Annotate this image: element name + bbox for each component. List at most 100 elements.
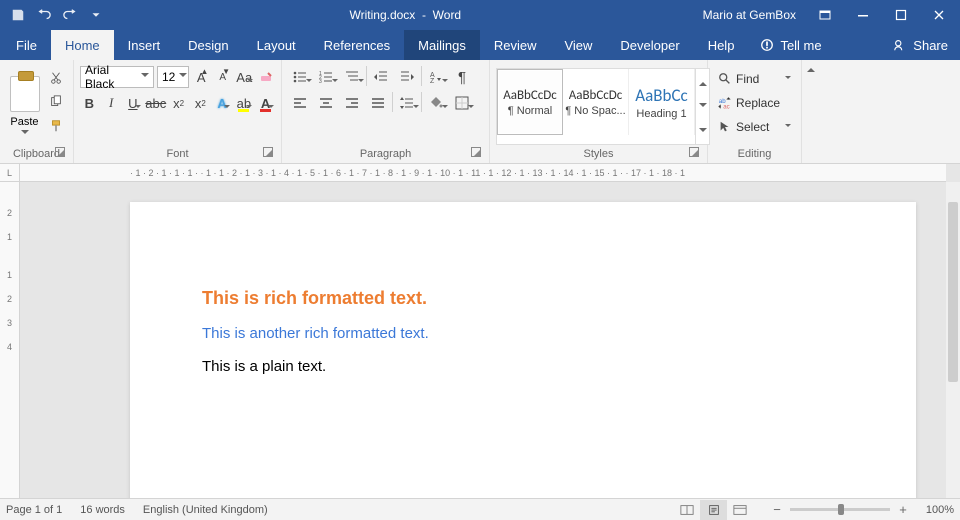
scrollbar-thumb[interactable]	[948, 202, 958, 382]
bullets-button[interactable]	[288, 66, 312, 88]
numbering-button[interactable]: 123	[314, 66, 338, 88]
share-button[interactable]: Share	[881, 30, 960, 60]
status-bar: Page 1 of 1 16 words English (United Kin…	[0, 498, 960, 520]
font-color-button[interactable]: A	[256, 92, 275, 114]
redo-icon[interactable]	[58, 3, 82, 27]
undo-icon[interactable]	[32, 3, 56, 27]
shading-button[interactable]	[424, 92, 448, 114]
style-heading-1[interactable]: AaBbCc Heading 1	[629, 69, 695, 135]
justify-button[interactable]	[366, 92, 390, 114]
strikethrough-button[interactable]: abc	[145, 92, 166, 114]
maximize-button[interactable]	[884, 0, 918, 30]
align-right-button[interactable]	[340, 92, 364, 114]
quick-access-toolbar	[0, 3, 108, 27]
find-button[interactable]: Find	[714, 68, 795, 90]
save-icon[interactable]	[6, 3, 30, 27]
clipboard-dialog-launcher[interactable]	[55, 147, 65, 157]
tab-layout[interactable]: Layout	[243, 30, 310, 60]
increase-indent-button[interactable]	[395, 66, 419, 88]
tab-review[interactable]: Review	[480, 30, 551, 60]
status-language[interactable]: English (United Kingdom)	[143, 504, 268, 516]
minimize-button[interactable]	[846, 0, 880, 30]
paragraph-dialog-launcher[interactable]	[471, 147, 481, 157]
align-center-button[interactable]	[314, 92, 338, 114]
tab-developer[interactable]: Developer	[606, 30, 693, 60]
styles-gallery: AaBbCcDc ¶ Normal AaBbCcDc ¶ No Spac... …	[496, 68, 710, 145]
italic-button[interactable]: I	[102, 92, 121, 114]
read-mode-button[interactable]	[674, 500, 700, 520]
close-button[interactable]	[922, 0, 956, 30]
line-spacing-button[interactable]	[395, 92, 419, 114]
font-size-combo[interactable]: 12	[157, 66, 189, 88]
styles-gallery-more[interactable]	[695, 69, 709, 144]
show-marks-button[interactable]: ¶	[450, 66, 474, 88]
svg-text:3: 3	[319, 79, 322, 85]
align-left-button[interactable]	[288, 92, 312, 114]
qat-customize-icon[interactable]	[84, 3, 108, 27]
tab-references[interactable]: References	[310, 30, 404, 60]
shrink-font-button[interactable]: A▼	[213, 66, 232, 88]
styles-dialog-launcher[interactable]	[689, 147, 699, 157]
paste-button[interactable]: Paste	[6, 64, 43, 142]
ribbon-tabs: File Home Insert Design Layout Reference…	[0, 30, 960, 60]
group-clipboard: Paste Clipboard	[0, 60, 74, 163]
print-layout-button[interactable]	[700, 500, 726, 520]
tab-help[interactable]: Help	[694, 30, 749, 60]
sort-button[interactable]: AZ	[424, 66, 448, 88]
highlight-button[interactable]: ab	[234, 92, 253, 114]
font-dialog-launcher[interactable]	[263, 147, 273, 157]
tab-insert[interactable]: Insert	[114, 30, 175, 60]
doc-line-3[interactable]: This is a plain text.	[202, 358, 844, 375]
select-button[interactable]: Select	[714, 116, 795, 138]
copy-button[interactable]	[45, 92, 67, 112]
ruler-corner[interactable]: L	[0, 164, 20, 182]
tell-me[interactable]: Tell me	[748, 30, 833, 60]
tab-file[interactable]: File	[2, 30, 51, 60]
group-label-paragraph: Paragraph	[360, 148, 411, 160]
status-page[interactable]: Page 1 of 1	[6, 504, 62, 516]
collapse-ribbon-button[interactable]	[802, 60, 820, 163]
style-no-spacing[interactable]: AaBbCcDc ¶ No Spac...	[563, 69, 629, 135]
account-name[interactable]: Mario at GemBox	[703, 8, 796, 22]
subscript-button[interactable]: x2	[169, 92, 188, 114]
underline-button[interactable]: U	[124, 92, 143, 114]
bold-button[interactable]: B	[80, 92, 99, 114]
group-paragraph: 123 AZ ¶ Paragraph	[282, 60, 490, 163]
svg-text:Z: Z	[430, 78, 435, 85]
borders-button[interactable]	[450, 92, 474, 114]
doc-line-2[interactable]: This is another rich formatted text.	[202, 325, 844, 342]
decrease-indent-button[interactable]	[369, 66, 393, 88]
vertical-scrollbar[interactable]	[946, 182, 960, 498]
tab-mailings[interactable]: Mailings	[404, 30, 480, 60]
replace-button[interactable]: abacReplace	[714, 92, 795, 114]
vertical-ruler[interactable]: 21 1234	[0, 182, 20, 498]
zoom-slider[interactable]	[790, 508, 890, 511]
font-name-combo[interactable]: Arial Black	[80, 66, 154, 88]
tab-view[interactable]: View	[550, 30, 606, 60]
superscript-button[interactable]: x2	[191, 92, 210, 114]
multilevel-list-button[interactable]	[340, 66, 364, 88]
zoom-value[interactable]: 100%	[916, 504, 954, 516]
zoom-in-button[interactable]: +	[896, 502, 910, 517]
format-painter-button[interactable]	[45, 116, 67, 136]
web-layout-button[interactable]	[726, 500, 752, 520]
style-normal[interactable]: AaBbCcDc ¶ Normal	[497, 69, 563, 135]
clear-formatting-button[interactable]	[257, 66, 276, 88]
ribbon-display-icon[interactable]	[808, 0, 842, 30]
zoom-out-button[interactable]: −	[770, 502, 784, 517]
cut-button[interactable]	[45, 68, 67, 88]
group-label-clipboard: Clipboard	[13, 148, 60, 160]
status-words[interactable]: 16 words	[80, 504, 125, 516]
document-page[interactable]: This is rich formatted text. This is ano…	[130, 202, 916, 498]
horizontal-ruler[interactable]: · 1 · 2 · 1 · 1 · 1 · · 1 · 1 · 2 · 1 · …	[20, 164, 946, 182]
paste-icon	[10, 76, 40, 112]
zoom-control: − + 100%	[770, 502, 954, 517]
grow-font-button[interactable]: A▲	[192, 66, 211, 88]
group-label-editing: Editing	[738, 148, 772, 160]
tab-home[interactable]: Home	[51, 30, 114, 60]
change-case-button[interactable]: Aa	[235, 66, 254, 88]
doc-line-1[interactable]: This is rich formatted text.	[202, 288, 844, 309]
view-buttons	[674, 500, 752, 520]
text-effects-button[interactable]: A	[213, 92, 232, 114]
tab-design[interactable]: Design	[174, 30, 242, 60]
